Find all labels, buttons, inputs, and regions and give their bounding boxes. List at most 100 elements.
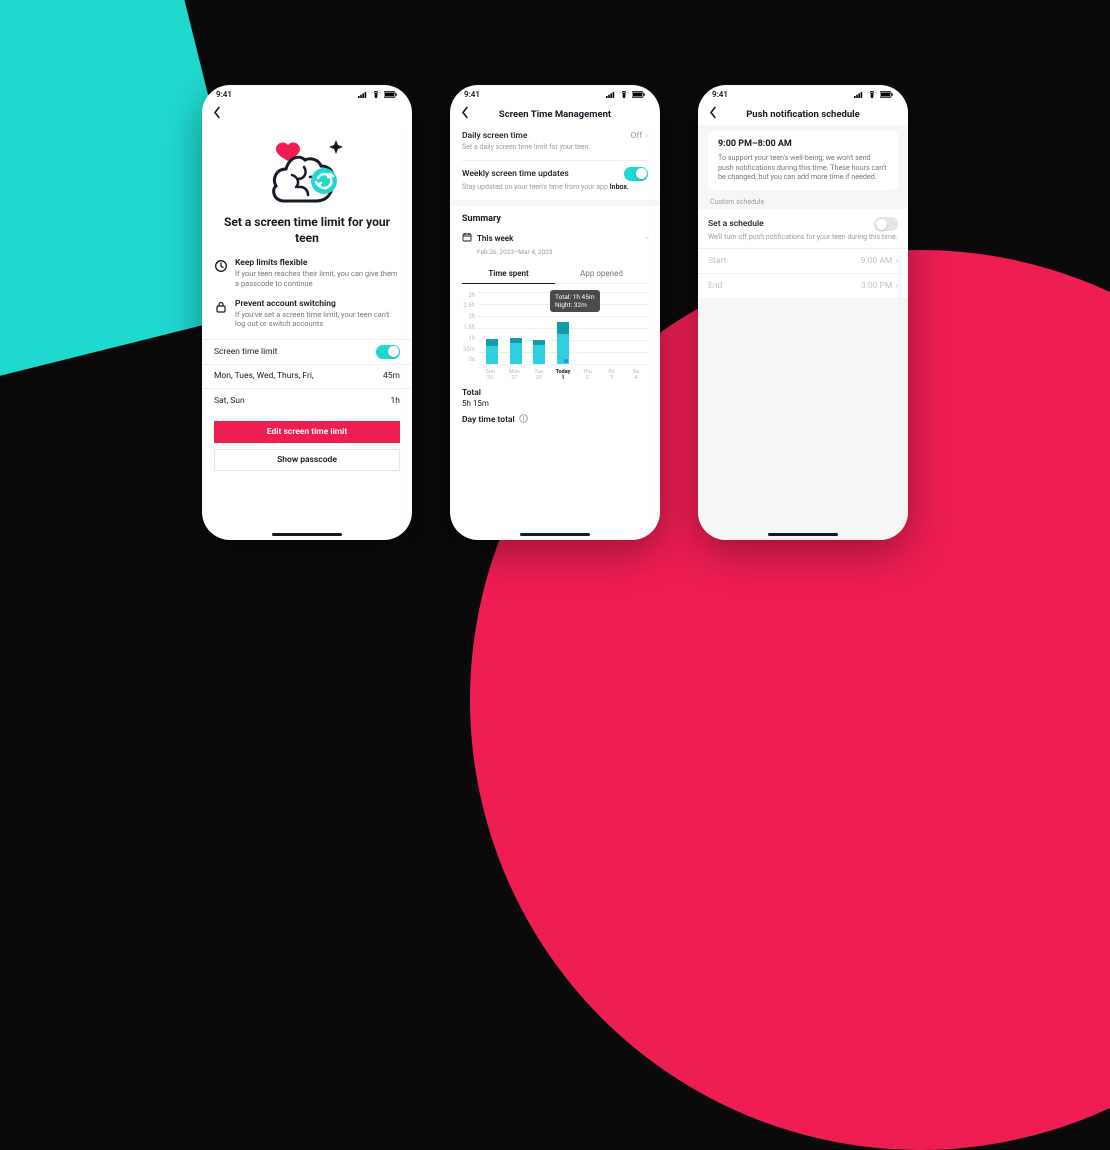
phone-screen-time-limit: 9:41	[202, 85, 412, 540]
cellular-icon	[606, 91, 616, 98]
cellular-icon	[358, 91, 368, 98]
start-time-row[interactable]: Start 9:00 AM›	[698, 248, 908, 273]
show-passcode-button[interactable]: Show passcode	[214, 449, 400, 471]
chart-bar[interactable]	[527, 340, 551, 364]
x-tick: Tue28	[527, 369, 551, 381]
set-schedule-toggle[interactable]	[874, 217, 898, 231]
info-icon[interactable]	[519, 414, 528, 426]
x-tick: Sun26	[478, 369, 502, 381]
status-bar: 9:41	[698, 85, 908, 103]
weekly-updates-toggle[interactable]	[624, 167, 648, 181]
lock-icon	[214, 300, 228, 314]
bullet-title: Keep limits flexible	[235, 258, 400, 268]
schedule-value: 45m	[383, 371, 400, 381]
bullet-text: If your teen reaches their limit, you ca…	[235, 269, 400, 289]
x-tick: Today1	[551, 369, 575, 381]
chevron-left-icon	[708, 106, 718, 120]
day-total-label: Day time total	[462, 415, 515, 425]
x-tick: Fri3	[599, 369, 623, 381]
summary-tabs: Time spent App opened	[462, 264, 648, 284]
custom-schedule-label: Custom schedule	[710, 198, 896, 206]
chevron-left-icon	[460, 106, 470, 120]
tab-time-spent[interactable]: Time spent	[462, 264, 555, 284]
back-button[interactable]	[212, 106, 222, 123]
battery-icon	[384, 91, 398, 98]
set-schedule-title: Set a schedule	[708, 219, 764, 229]
home-indicator[interactable]	[272, 533, 342, 536]
setting-subtitle: Set a daily screen time limit for your t…	[462, 143, 648, 152]
schedule-range: 9:00 PM–8:00 AM	[718, 139, 888, 149]
clock-icon	[214, 259, 228, 273]
nav-title: Push notification schedule	[746, 109, 860, 120]
schedule-days: Mon, Tues, Wed, Thurs, Fri,	[214, 371, 314, 381]
wifi-icon	[371, 91, 381, 98]
chart-bar[interactable]	[480, 339, 504, 364]
inbox-link[interactable]: Inbox.	[610, 183, 629, 191]
setting-value: Off	[631, 131, 643, 141]
schedule-row-weekdays[interactable]: Mon, Tues, Wed, Thurs, Fri, 45m	[214, 366, 400, 386]
chart-x-axis: Sun26Mon27Tue28Today1Thu2Fri3Sa4	[478, 369, 648, 381]
chart-bar[interactable]	[551, 322, 575, 364]
schedule-desc: To support your teen's well-being, we wo…	[718, 153, 888, 182]
status-indicators	[854, 91, 894, 98]
bullet-text: If you've set a screen time limit, your …	[235, 310, 400, 330]
bullet-flexible: Keep limits flexible If your teen reache…	[214, 258, 400, 289]
schedule-row-weekend[interactable]: Sat, Sun 1h	[214, 391, 400, 411]
week-selector[interactable]: This week ›	[462, 230, 648, 247]
phone-screen-time-mgmt: 9:41 Screen Time Management Daily screen…	[450, 85, 660, 540]
tab-app-opened[interactable]: App opened	[555, 264, 648, 284]
time-spent-chart: 3h2.5h2h1.5h1h30m0s Total: 1h 45m Night:…	[462, 292, 648, 382]
wifi-icon	[619, 91, 629, 98]
screen-time-limit-toggle[interactable]	[376, 345, 400, 359]
back-button[interactable]	[708, 106, 718, 123]
end-label: End	[708, 281, 722, 291]
bullet-lock: Prevent account switching If you've set …	[214, 299, 400, 330]
start-label: Start	[708, 256, 726, 266]
status-time: 9:41	[712, 90, 728, 99]
nav-header	[202, 103, 412, 125]
daily-screen-time-row[interactable]: Daily screen time Off › Set a daily scre…	[462, 125, 648, 161]
summary-heading: Summary	[462, 214, 648, 224]
today-marker-icon	[564, 359, 568, 363]
chart-bar[interactable]	[504, 338, 528, 364]
phone-push-schedule: 9:41 Push notification schedule 9:00 PM–…	[698, 85, 908, 540]
setting-title: Weekly screen time updates	[462, 169, 569, 179]
chevron-left-icon	[212, 106, 222, 120]
setting-subtitle: Stay updated on your teen's time from yo…	[462, 183, 648, 192]
phone-row: 9:41	[0, 0, 1110, 625]
row-label: Screen time limit	[214, 347, 277, 357]
status-indicators	[606, 91, 646, 98]
schedule-value: 1h	[391, 396, 400, 406]
total-value: 5h 15m	[462, 399, 648, 408]
setting-title: Daily screen time	[462, 131, 527, 141]
nav-header: Push notification schedule	[698, 103, 908, 125]
home-indicator[interactable]	[768, 533, 838, 536]
status-indicators	[358, 91, 398, 98]
nav-title: Screen Time Management	[499, 109, 611, 120]
default-schedule-card: 9:00 PM–8:00 AM To support your teen's w…	[708, 131, 898, 190]
start-value: 9:00 AM	[861, 256, 892, 266]
cellular-icon	[854, 91, 864, 98]
edit-limit-button[interactable]: Edit screen time limit	[214, 421, 400, 443]
chevron-right-icon: ›	[645, 131, 648, 141]
status-time: 9:41	[464, 90, 480, 99]
status-time: 9:41	[216, 90, 232, 99]
bullet-title: Prevent account switching	[235, 299, 400, 309]
total-label: Total	[462, 388, 648, 398]
set-schedule-sub: We'll turn off push notifications for yo…	[708, 233, 898, 242]
battery-icon	[632, 91, 646, 98]
nav-header: Screen Time Management	[450, 103, 660, 125]
chart-tooltip: Total: 1h 45m Night: 32m	[550, 290, 600, 313]
end-time-row[interactable]: End 3:00 PM›	[698, 273, 908, 298]
x-tick: Sa4	[624, 369, 648, 381]
chevron-right-icon: ›	[895, 256, 898, 266]
x-tick: Thu2	[575, 369, 599, 381]
screen-time-limit-toggle-row: Screen time limit	[214, 342, 400, 362]
home-indicator[interactable]	[520, 533, 590, 536]
back-button[interactable]	[460, 106, 470, 123]
x-tick: Mon27	[502, 369, 526, 381]
page-title: Set a screen time limit for your teen	[214, 215, 400, 246]
battery-icon	[880, 91, 894, 98]
week-selector-title: This week	[477, 234, 513, 243]
chart-y-axis: 3h2.5h2h1.5h1h30m0s	[462, 292, 478, 364]
